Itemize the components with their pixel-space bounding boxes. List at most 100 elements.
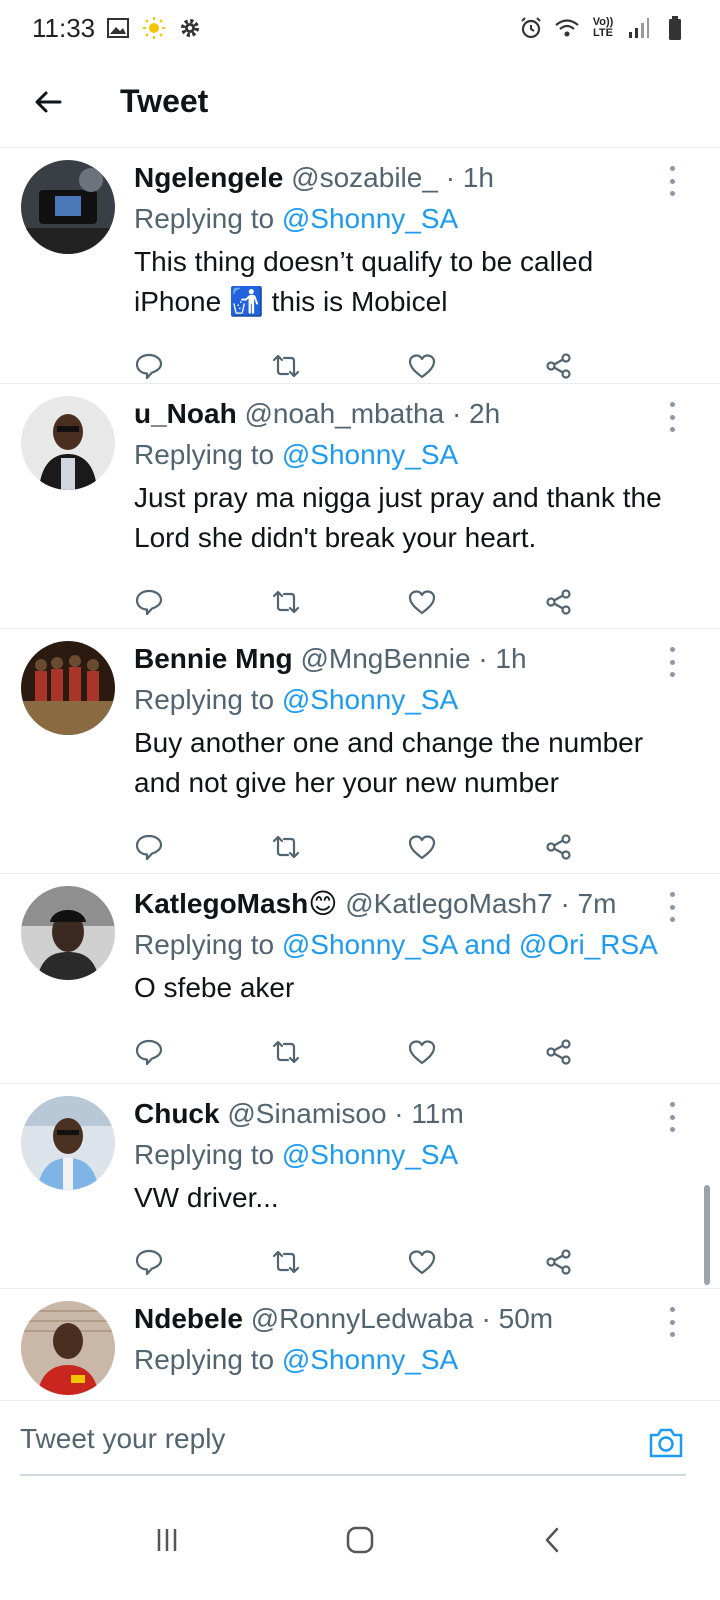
replies-feed[interactable]: Ngelengele @sozabile_ · 1h Replying to @… bbox=[0, 148, 720, 1428]
retweet-button[interactable] bbox=[271, 1240, 408, 1284]
settings-gear-icon bbox=[177, 15, 203, 41]
retweet-icon bbox=[272, 835, 299, 859]
heart-icon bbox=[408, 1040, 436, 1065]
reply-button[interactable] bbox=[134, 825, 271, 869]
tweet-time: · 50m bbox=[481, 1303, 554, 1334]
like-button[interactable] bbox=[407, 344, 544, 388]
image-icon bbox=[105, 15, 131, 41]
replying-to: Replying to @Shonny_SA bbox=[134, 439, 459, 470]
like-button[interactable] bbox=[407, 580, 544, 624]
nav-back-button[interactable] bbox=[523, 1510, 583, 1570]
reply-button[interactable] bbox=[134, 1240, 271, 1284]
camera-button[interactable] bbox=[646, 1423, 686, 1463]
reply-input[interactable] bbox=[20, 1417, 600, 1461]
share-button[interactable] bbox=[544, 1240, 681, 1284]
tweet-actions bbox=[134, 1014, 680, 1090]
mention-link[interactable]: @Shonny_SA bbox=[282, 684, 458, 715]
replying-to: Replying to @Shonny_SA bbox=[134, 1344, 459, 1375]
wifi-icon bbox=[554, 15, 580, 41]
author-name[interactable]: Bennie Mng bbox=[134, 643, 293, 674]
reply-composer bbox=[0, 1400, 720, 1476]
retweet-button[interactable] bbox=[271, 344, 408, 388]
home-button[interactable] bbox=[330, 1510, 390, 1570]
more-options-icon[interactable] bbox=[662, 402, 682, 432]
mention-link[interactable]: @Shonny_SA bbox=[282, 1139, 458, 1170]
reply-button[interactable] bbox=[134, 344, 271, 388]
tweet-time: · 2h bbox=[451, 398, 501, 429]
tweet-text: Just pray ma nigga just pray and thank t… bbox=[134, 482, 662, 553]
retweet-button[interactable] bbox=[271, 1030, 408, 1074]
author-handle[interactable]: @noah_mbatha bbox=[244, 398, 444, 429]
more-options-icon[interactable] bbox=[662, 1307, 682, 1337]
share-icon bbox=[545, 1039, 571, 1065]
back-button[interactable] bbox=[20, 74, 76, 130]
reply-tweet[interactable]: Bennie Mng @MngBennie · 1h Replying to @… bbox=[0, 629, 720, 874]
share-button[interactable] bbox=[544, 1030, 681, 1074]
battery-icon bbox=[662, 15, 688, 41]
input-underline bbox=[20, 1474, 686, 1476]
top-app-bar: Tweet bbox=[0, 56, 720, 148]
reply-icon bbox=[135, 1249, 163, 1276]
share-button[interactable] bbox=[544, 580, 681, 624]
share-icon bbox=[545, 589, 571, 615]
like-button[interactable] bbox=[407, 1240, 544, 1284]
author-handle[interactable]: @MngBennie bbox=[300, 643, 470, 674]
tweet-time: · 1h bbox=[478, 643, 527, 674]
author-name[interactable]: KatlegoMash😊 bbox=[134, 888, 337, 919]
like-button[interactable] bbox=[407, 1030, 544, 1074]
tweet-time: · 7m bbox=[560, 888, 617, 919]
tweet-time: · 11m bbox=[394, 1098, 464, 1129]
mention-link[interactable]: @Shonny_SA bbox=[282, 1344, 458, 1375]
reply-button[interactable] bbox=[134, 1030, 271, 1074]
reply-icon bbox=[135, 589, 163, 616]
avatar[interactable] bbox=[21, 396, 115, 490]
status-time: 11:33 bbox=[32, 12, 96, 43]
more-options-icon[interactable] bbox=[662, 647, 682, 677]
reply-tweet[interactable]: Ngelengele @sozabile_ · 1h Replying to @… bbox=[0, 148, 720, 384]
tweet-text: O sfebe aker bbox=[134, 972, 295, 1003]
heart-icon bbox=[408, 1250, 436, 1275]
retweet-button[interactable] bbox=[271, 580, 408, 624]
author-handle[interactable]: @Sinamisoo bbox=[227, 1098, 386, 1129]
replying-to: Replying to @Shonny_SA and @Ori_RSA bbox=[134, 929, 658, 960]
reply-tweet[interactable]: Chuck @Sinamisoo · 11m Replying to @Shon… bbox=[0, 1084, 720, 1289]
author-name[interactable]: Chuck bbox=[134, 1098, 220, 1129]
reply-tweet[interactable]: u_Noah @noah_mbatha · 2h Replying to @Sh… bbox=[0, 384, 720, 629]
author-name[interactable]: Ndebele bbox=[134, 1303, 243, 1334]
author-handle[interactable]: @RonnyLedwaba bbox=[251, 1303, 474, 1334]
more-options-icon[interactable] bbox=[662, 166, 682, 196]
author-name[interactable]: Ngelengele bbox=[134, 162, 283, 193]
back-arrow-icon bbox=[35, 91, 62, 112]
avatar[interactable] bbox=[21, 1301, 115, 1395]
replying-to: Replying to @Shonny_SA bbox=[134, 203, 459, 234]
avatar[interactable] bbox=[21, 1096, 115, 1190]
scrollbar-thumb[interactable] bbox=[704, 1185, 710, 1285]
mention-link[interactable]: @Shonny_SA and @Ori_RSA bbox=[282, 929, 658, 960]
more-options-icon[interactable] bbox=[662, 892, 682, 922]
share-button[interactable] bbox=[544, 825, 681, 869]
avatar[interactable] bbox=[21, 886, 115, 980]
mention-link[interactable]: @Shonny_SA bbox=[282, 439, 458, 470]
tweet-text: This thing doesn’t qualify to be called … bbox=[134, 246, 594, 317]
like-button[interactable] bbox=[407, 825, 544, 869]
author-name[interactable]: u_Noah bbox=[134, 398, 237, 429]
avatar[interactable] bbox=[21, 641, 115, 735]
signal-icon bbox=[626, 15, 652, 41]
tweet-text: Buy another one and change the number an… bbox=[134, 727, 644, 798]
author-handle[interactable]: @KatlegoMash7 bbox=[345, 888, 552, 919]
reply-button[interactable] bbox=[134, 580, 271, 624]
page-title: Tweet bbox=[120, 83, 209, 119]
recent-apps-button[interactable] bbox=[137, 1510, 197, 1570]
avatar[interactable] bbox=[21, 160, 115, 254]
tweet-time: · 1h bbox=[445, 162, 494, 193]
share-button[interactable] bbox=[544, 344, 681, 388]
reply-tweet[interactable]: KatlegoMash😊 @KatlegoMash7 · 7m Replying… bbox=[0, 874, 720, 1084]
more-options-icon[interactable] bbox=[662, 1102, 682, 1132]
heart-icon bbox=[408, 590, 436, 615]
author-handle[interactable]: @sozabile_ bbox=[291, 162, 438, 193]
retweet-button[interactable] bbox=[271, 825, 408, 869]
replying-to: Replying to @Shonny_SA bbox=[134, 1139, 459, 1170]
retweet-icon bbox=[272, 354, 299, 378]
mention-link[interactable]: @Shonny_SA bbox=[282, 203, 458, 234]
alarm-icon bbox=[518, 15, 544, 41]
